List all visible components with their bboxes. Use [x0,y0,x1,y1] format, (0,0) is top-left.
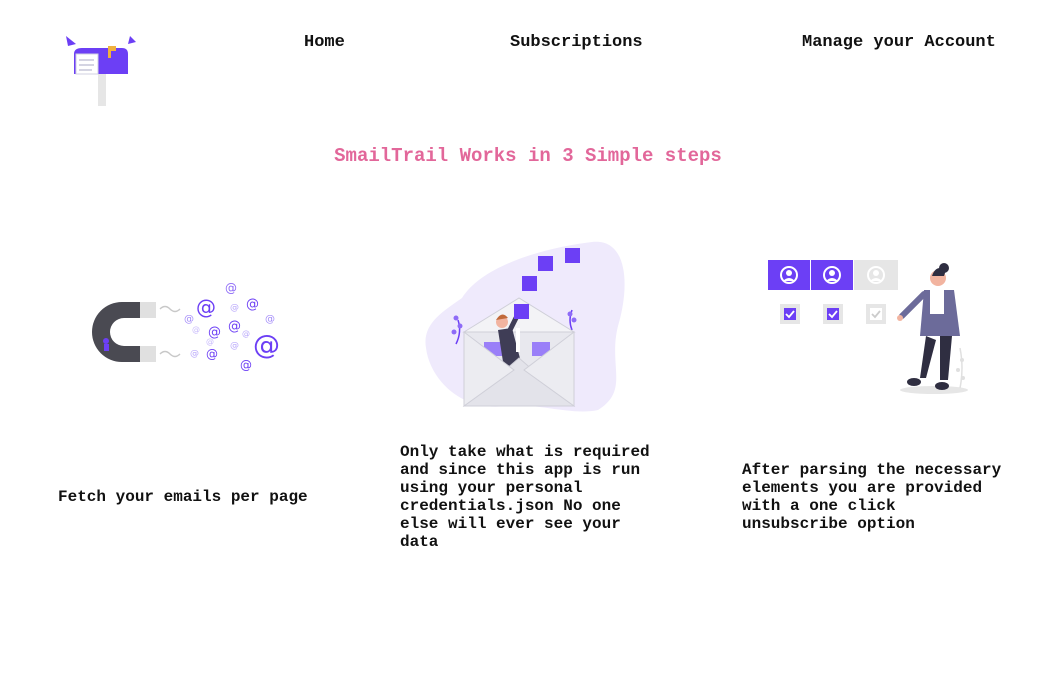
svg-text:@: @ [253,330,280,361]
person-checking-profiles-illustration [764,256,980,398]
svg-text:@: @ [190,349,199,359]
svg-text:@: @ [225,281,237,295]
mailbox-logo-icon[interactable] [64,34,140,106]
page: Home Subscriptions Manage your Account S… [0,0,1056,697]
nav-subscriptions-link[interactable]: Subscriptions [510,34,643,52]
svg-text:@: @ [184,314,194,325]
nav-manage-account-link[interactable]: Manage your Account [802,34,996,52]
svg-text:@: @ [230,341,239,351]
step-3-description: After parsing the necessary elements you… [742,461,1002,533]
svg-text:@: @ [206,337,214,346]
step-1-description: Fetch your emails per page [58,488,308,506]
page-headline: SmailTrail Works in 3 Simple steps [334,145,722,167]
svg-text:@: @ [265,314,275,325]
person-in-envelope-illustration [422,240,632,416]
svg-text:@: @ [192,325,200,334]
svg-text:@: @ [246,297,259,312]
svg-text:@: @ [230,303,239,313]
svg-text:@: @ [240,358,252,372]
step-2-description: Only take what is required and since thi… [400,443,650,551]
svg-text:@: @ [228,319,241,334]
svg-text:@: @ [242,329,250,338]
magnet-attracting-emails-illustration: @ @ @ @ @ @ @ @ @ @ @ @ @ @ @ @ [78,272,288,384]
svg-text:@: @ [196,295,216,319]
nav-home-link[interactable]: Home [304,34,345,52]
svg-text:@: @ [206,347,218,361]
